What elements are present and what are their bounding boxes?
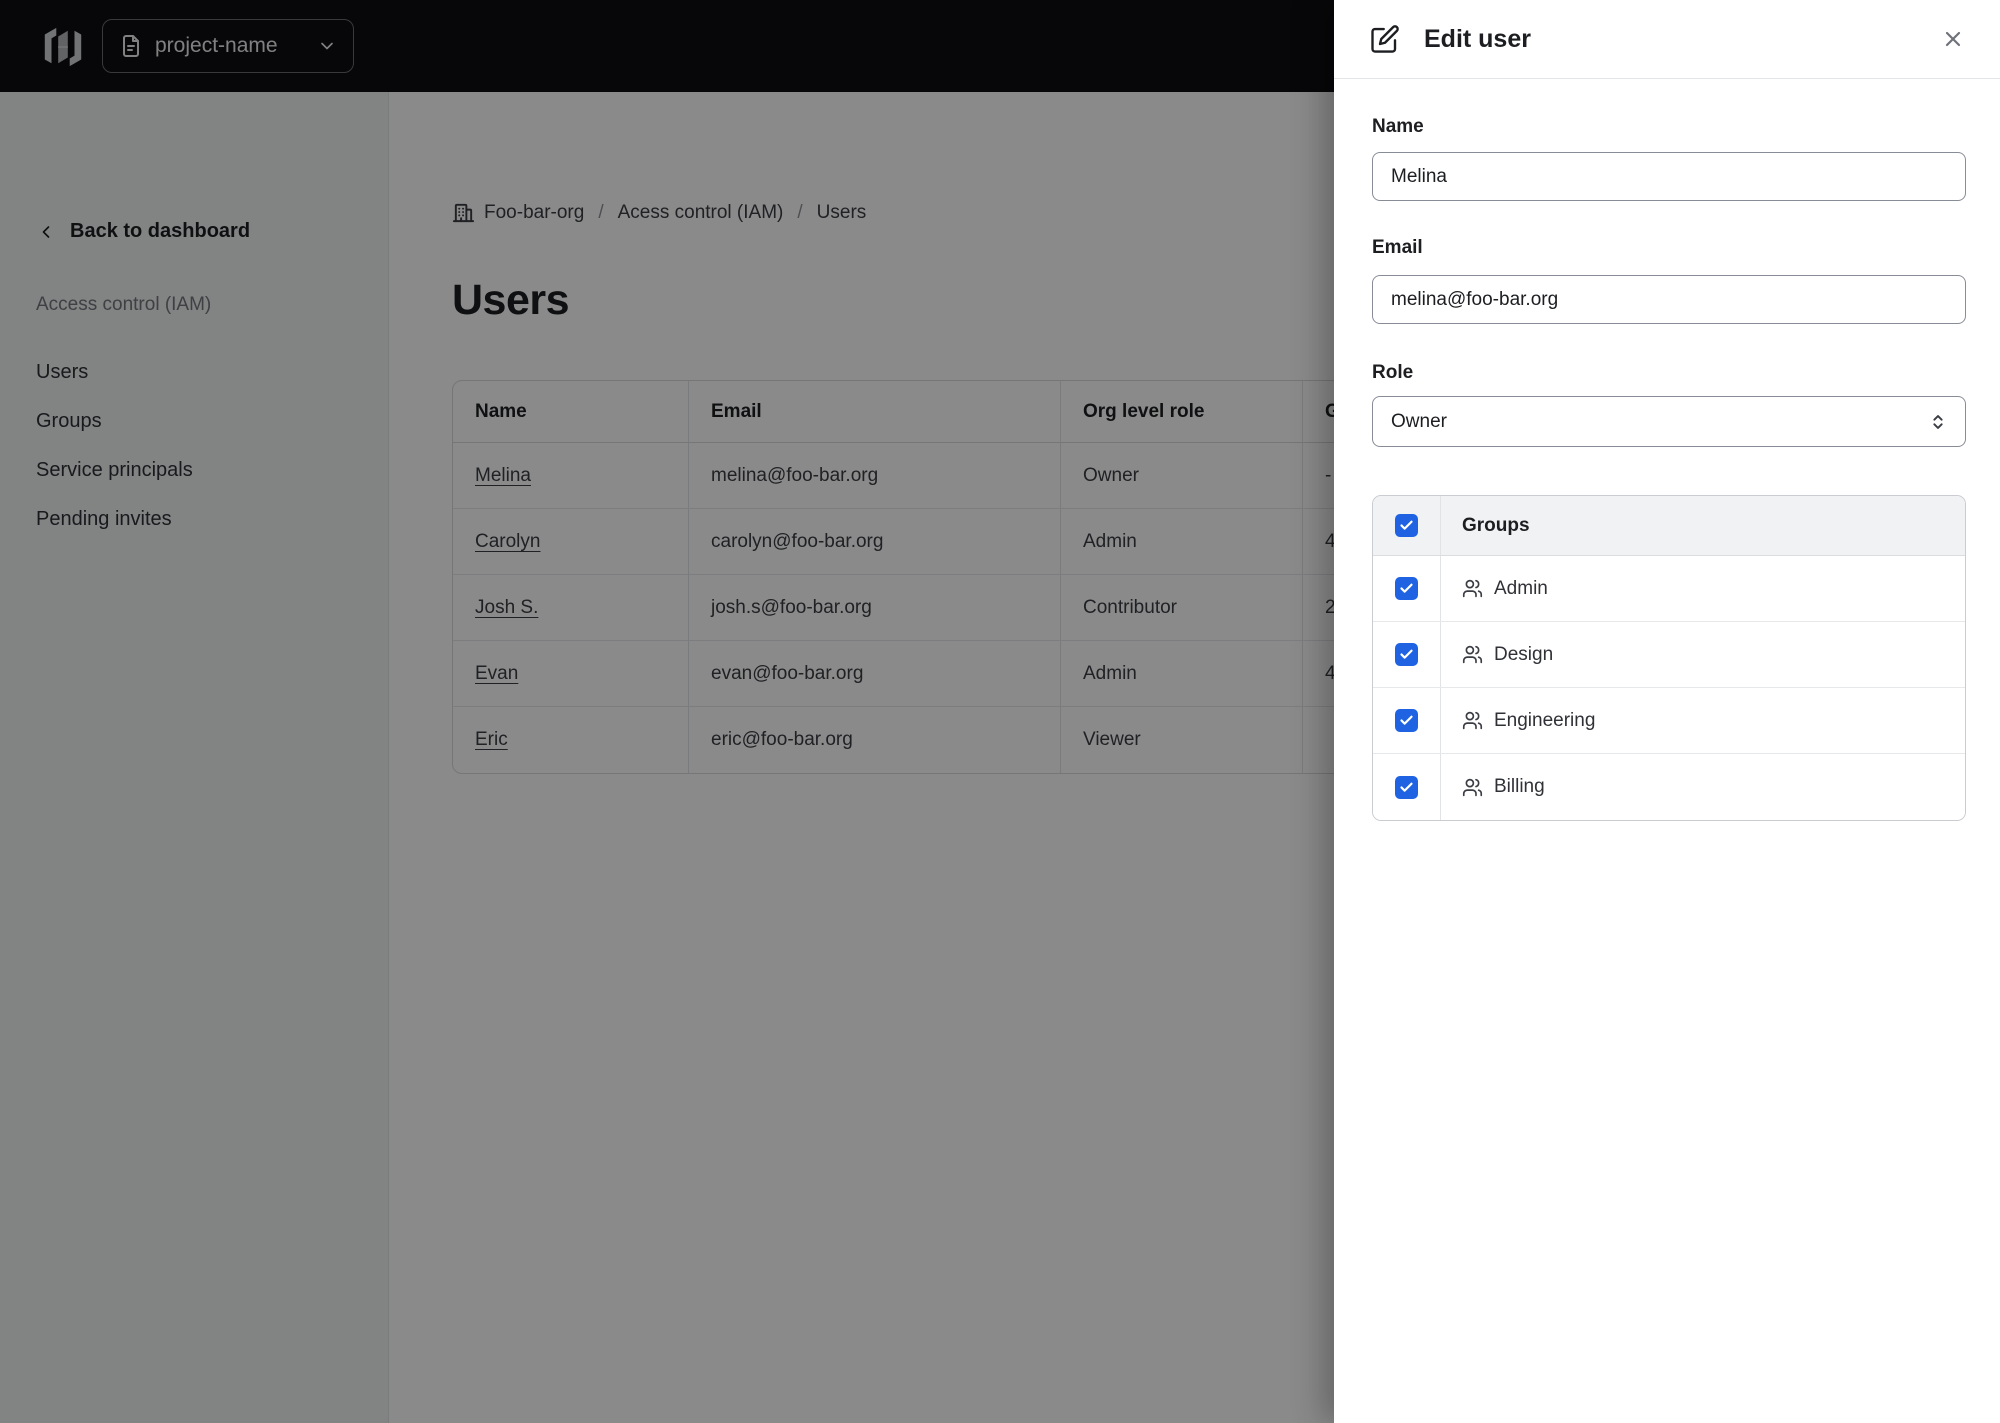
email-field-label: Email bbox=[1372, 237, 1423, 258]
groups-select-all-checkbox[interactable] bbox=[1395, 514, 1418, 537]
name-field-label: Name bbox=[1372, 116, 1424, 137]
group-row: Admin bbox=[1373, 556, 1965, 622]
group-label: Admin bbox=[1494, 577, 1548, 599]
drawer-header: Edit user bbox=[1334, 0, 2000, 79]
role-select-value: Owner bbox=[1391, 410, 1447, 432]
users-group-icon bbox=[1462, 711, 1483, 730]
drawer-body: Name Email Role Owner Groups bbox=[1334, 115, 2000, 821]
users-group-icon bbox=[1462, 645, 1483, 664]
edit-user-drawer: Edit user Name Email Role Owner bbox=[1334, 0, 2000, 1423]
drawer-title: Edit user bbox=[1424, 24, 1531, 53]
checkmark-icon bbox=[1400, 649, 1413, 659]
users-group-icon bbox=[1462, 579, 1483, 598]
group-checkbox-cell bbox=[1373, 688, 1441, 753]
group-checkbox-cell bbox=[1373, 622, 1441, 687]
checkmark-icon bbox=[1400, 782, 1413, 792]
group-checkbox-cell bbox=[1373, 754, 1441, 820]
group-checkbox[interactable] bbox=[1395, 643, 1418, 666]
role-field-label: Role bbox=[1372, 362, 1414, 383]
group-row: Billing bbox=[1373, 754, 1965, 820]
checkmark-icon bbox=[1400, 583, 1413, 593]
checkmark-icon bbox=[1400, 520, 1413, 530]
role-select[interactable]: Owner bbox=[1372, 396, 1966, 447]
select-chevrons-icon bbox=[1933, 414, 1943, 429]
group-checkbox[interactable] bbox=[1395, 577, 1418, 600]
groups-card-header: Groups bbox=[1373, 496, 1965, 556]
group-checkbox[interactable] bbox=[1395, 709, 1418, 732]
groups-card-header-label: Groups bbox=[1462, 514, 1530, 536]
email-input[interactable] bbox=[1372, 275, 1966, 324]
groups-card: Groups Admin Design Engineering Billing bbox=[1372, 495, 1966, 821]
group-label: Billing bbox=[1494, 776, 1545, 797]
group-row: Engineering bbox=[1373, 688, 1965, 754]
users-group-icon bbox=[1462, 778, 1483, 796]
groups-select-all-cell bbox=[1373, 496, 1441, 555]
close-button[interactable] bbox=[1936, 22, 1970, 56]
name-input[interactable] bbox=[1372, 152, 1966, 201]
group-checkbox[interactable] bbox=[1395, 775, 1418, 799]
checkmark-icon bbox=[1400, 715, 1413, 725]
group-label: Engineering bbox=[1494, 709, 1596, 731]
edit-icon bbox=[1371, 25, 1399, 53]
group-label: Design bbox=[1494, 643, 1554, 665]
group-checkbox-cell bbox=[1373, 556, 1441, 621]
group-row: Design bbox=[1373, 622, 1965, 688]
close-icon bbox=[1945, 31, 1961, 47]
